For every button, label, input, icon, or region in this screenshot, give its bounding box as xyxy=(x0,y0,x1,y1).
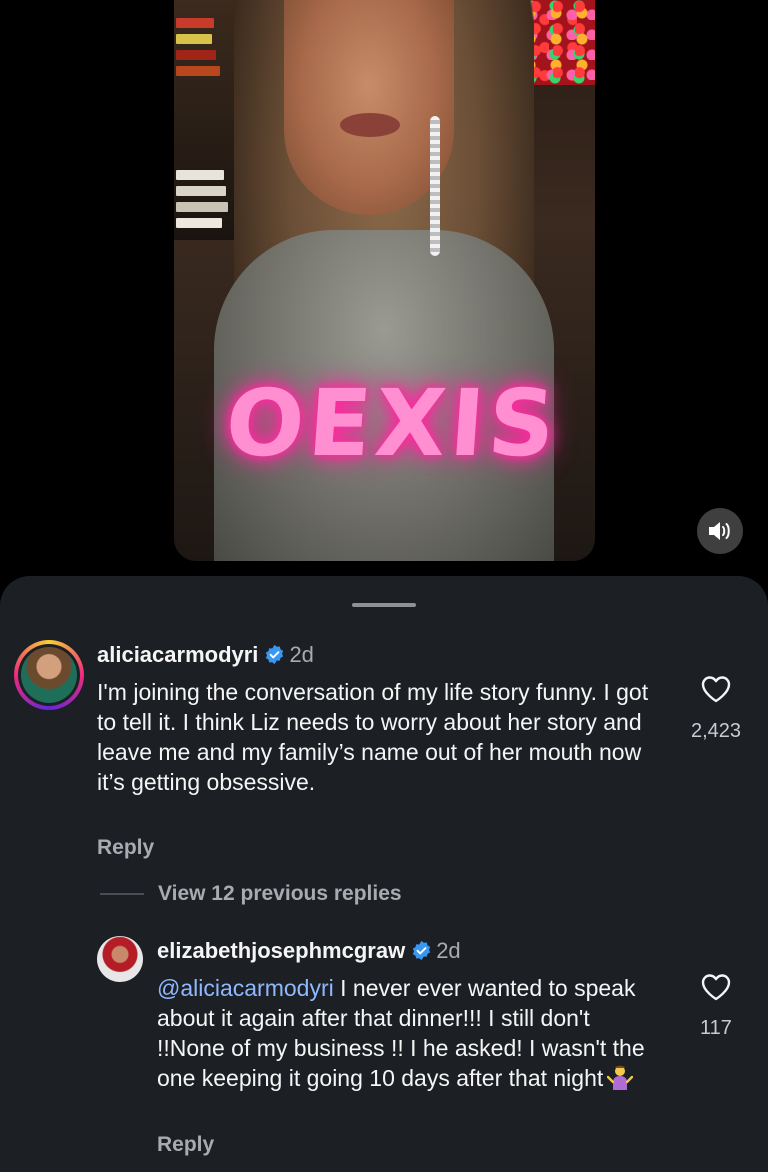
verified-badge-icon xyxy=(266,644,284,665)
speaker-icon xyxy=(709,522,730,540)
comment-text: I'm joining the conversation of my life … xyxy=(97,679,649,795)
avatar[interactable] xyxy=(97,936,143,982)
person-lips xyxy=(340,113,400,137)
avatar[interactable] xyxy=(14,640,84,710)
avatar-image xyxy=(21,647,77,703)
reply-button[interactable]: Reply xyxy=(157,1133,214,1157)
comments-sheet: aliciacarmodyri 2d I'm joining the conve… xyxy=(0,576,768,1172)
like-count: 117 xyxy=(700,1017,732,1039)
shirt-neon-text: OEXIS xyxy=(222,370,563,477)
sound-toggle-button[interactable] xyxy=(697,508,743,554)
comment-body: @aliciacarmodyri I never ever wanted to … xyxy=(157,973,657,1093)
sheet-drag-handle[interactable] xyxy=(352,603,416,607)
replies-divider xyxy=(100,893,144,895)
like-count: 2,423 xyxy=(690,720,742,742)
view-previous-replies[interactable]: View 12 previous replies xyxy=(100,879,402,909)
person-face xyxy=(284,0,454,215)
video-player[interactable]: OEXIS xyxy=(174,0,595,561)
comment-header: elizabethjosephmcgraw 2d xyxy=(157,938,461,964)
comment-header: aliciacarmodyri 2d xyxy=(97,642,314,668)
user-mention-link[interactable]: @aliciacarmodyri xyxy=(157,975,334,1001)
heart-icon[interactable] xyxy=(700,972,732,1002)
view-replies-label: View 12 previous replies xyxy=(158,882,402,905)
comment-username[interactable]: aliciacarmodyri xyxy=(97,642,258,667)
comment-username[interactable]: elizabethjosephmcgraw xyxy=(157,938,405,963)
heart-icon[interactable] xyxy=(700,674,732,704)
earring xyxy=(430,116,440,256)
shrug-emoji-icon xyxy=(607,1065,634,1090)
comment-timestamp: 2d xyxy=(289,642,314,667)
comment-timestamp: 2d xyxy=(436,938,461,963)
verified-badge-icon xyxy=(413,940,431,961)
reply-button[interactable]: Reply xyxy=(97,836,154,860)
